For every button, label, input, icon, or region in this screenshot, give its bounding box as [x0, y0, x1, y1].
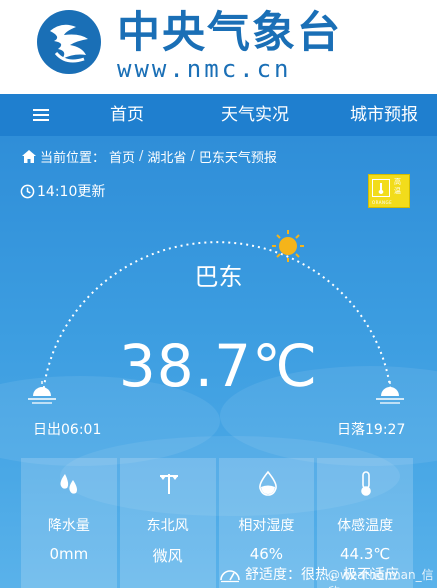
sunset-time: 日落19:27 [337, 422, 406, 438]
gauge-icon [220, 570, 240, 583]
raindrop-icon [60, 474, 77, 494]
wind-direction-label: 东北风 [146, 518, 189, 534]
site-header: 中央气象台 www.nmc.cn [0, 0, 437, 94]
humidity-value: 46% [249, 545, 284, 563]
brand-url: www.nmc.cn [117, 55, 292, 83]
humidity-label: 相对湿度 [238, 518, 295, 534]
city-name: 巴东 [194, 263, 243, 291]
wind-strength-value: 微风 [152, 547, 183, 565]
nmc-logo-icon[interactable] [36, 9, 102, 75]
main-nav: 首页 天气实况 城市预报 [0, 94, 437, 136]
nav-live-weather[interactable]: 天气实况 [221, 94, 289, 136]
precipitation-value: 0mm [49, 545, 89, 563]
nav-city-forecast[interactable]: 城市预报 [350, 94, 418, 136]
wind-card[interactable]: 东北风 微风 [119, 458, 216, 588]
brand[interactable]: 中央气象台 www.nmc.cn [117, 8, 342, 82]
precipitation-label: 降水量 [47, 518, 90, 534]
menu-icon[interactable] [33, 109, 49, 121]
current-temperature: 38.7℃ [118, 332, 319, 400]
watermark: @weatherman_信欣 [328, 568, 434, 588]
sun-path-arc [28, 230, 404, 404]
feels-like-label: 体感温度 [337, 518, 394, 534]
thermometer-icon [361, 471, 372, 496]
sunrise-time: 日出06:01 [33, 422, 102, 438]
feels-like-value: 44.3℃ [340, 545, 391, 563]
wind-vane-icon [159, 474, 178, 494]
brand-name: 中央气象台 [117, 8, 342, 58]
precipitation-card[interactable]: 降水量 0mm [21, 458, 117, 588]
humidity-drop-icon [258, 470, 277, 496]
nav-home[interactable]: 首页 [110, 94, 144, 136]
weather-panel: 当前位置： 首页 / 湖北省 / 巴东天气预报 14:10更新 高温 ORANG… [0, 136, 437, 588]
